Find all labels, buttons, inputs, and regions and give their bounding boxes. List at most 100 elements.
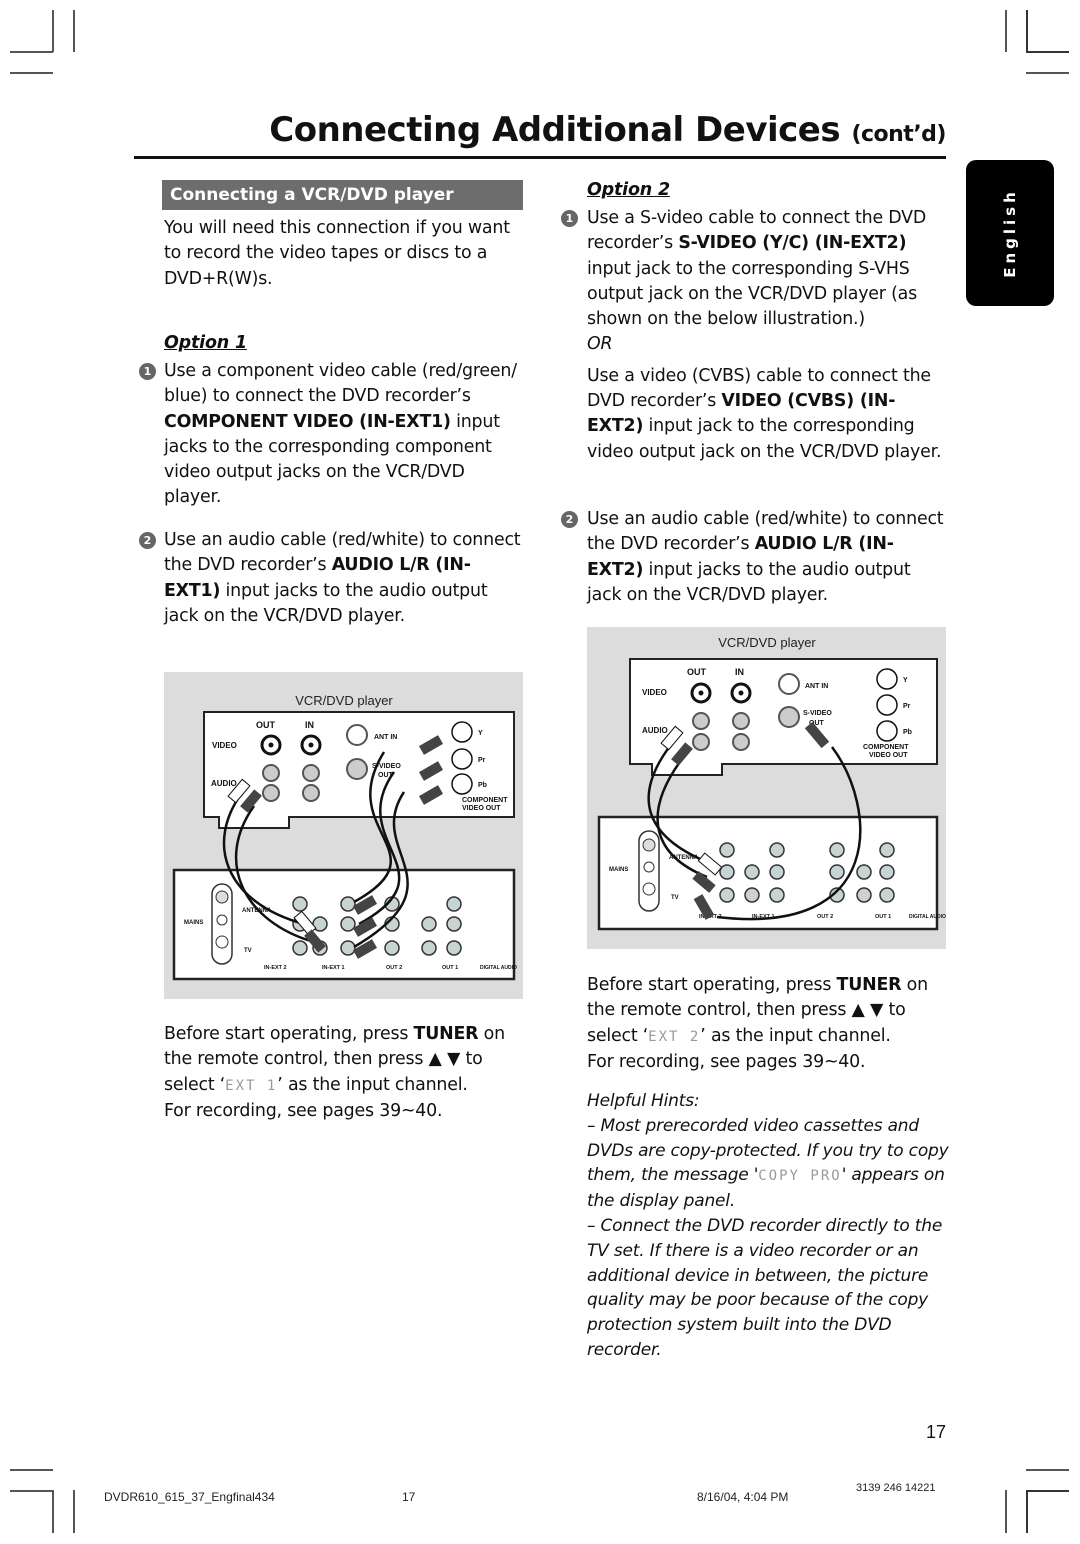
crop-mark — [1026, 10, 1028, 52]
step-number-badge: 2 — [561, 511, 578, 528]
step-bold: S-VIDEO (Y/C) (IN-EXT2) — [678, 233, 907, 254]
tuner-text: ’ as the input channel. — [700, 1025, 891, 1046]
label-out: OUT — [687, 667, 707, 677]
label-in: IN — [305, 720, 314, 730]
option-label: Option 1 — [164, 333, 247, 353]
page-number: 17 — [925, 1422, 946, 1442]
diagram-svg: VCR/DVD player OUT IN VIDEO AUDIO ANT IN… — [597, 635, 946, 931]
left-step-1: Use a component video cable (red/green/ … — [164, 359, 526, 511]
label-video-out: VIDEO OUT — [869, 752, 908, 759]
intro-text: You will need this connection if you wan… — [164, 218, 510, 289]
label-tv: TV — [244, 948, 252, 954]
label-mains: MAINS — [609, 867, 628, 873]
component-pr-jack — [451, 748, 473, 770]
label-video-out: VIDEO OUT — [462, 805, 501, 812]
hints-title: Helpful Hints: — [587, 1091, 700, 1111]
label-ant-in: ANT IN — [805, 683, 828, 690]
right-tuner-instructions: Before start operating, press TUNER on t… — [587, 973, 949, 1075]
crop-mark — [10, 72, 53, 74]
title-rule — [134, 156, 946, 159]
label-s-video: S-VIDEO — [803, 710, 832, 717]
crop-mark — [1005, 10, 1007, 52]
label-tv: TV — [671, 895, 679, 901]
label-out1: OUT 1 — [875, 914, 891, 920]
label-ant-in: ANT IN — [374, 734, 397, 741]
footer-page: 17 — [402, 1490, 416, 1504]
tuner-text: Before start operating, press — [587, 975, 837, 995]
left-step-2: Use an audio cable (red/white) to connec… — [164, 528, 526, 629]
option-label: Option 2 — [587, 180, 670, 200]
diagram-caption: VCR/DVD player — [295, 693, 393, 708]
component-pb-jack — [451, 773, 473, 795]
left-tuner-instructions: Before start operating, press TUNER on t… — [164, 1022, 526, 1124]
step-bold: COMPONENT VIDEO (IN-EXT1) — [164, 411, 451, 432]
label-in: IN — [735, 667, 744, 677]
label-pr: Pr — [903, 703, 911, 710]
footer-filename: DVDR610_615_37_Engfinal434 — [104, 1490, 275, 1504]
crop-mark — [1026, 1490, 1069, 1492]
page-title: Connecting Additional Devices (cont’d) — [269, 110, 946, 150]
label-audio: AUDIO — [211, 779, 237, 788]
tuner-button-name: TUNER — [836, 975, 902, 995]
hint-text: – Connect the DVD recorder directly to t… — [587, 1215, 943, 1360]
option1-label: Option 1 — [164, 331, 247, 356]
tuner-text: ’ as the input channel. — [277, 1074, 468, 1095]
ant-in-jack — [346, 724, 368, 746]
s-video-jack — [778, 706, 800, 728]
step-text: Use a component video cable (red/green/ … — [164, 361, 517, 407]
connection-diagram-option1: VCR/DVD player OUT IN VIDEO AUDIO ANT IN… — [164, 672, 523, 999]
footer-code: 3139 246 14221 — [856, 1482, 936, 1494]
footer-datetime: 8/16/04, 4:04 PM — [697, 1490, 789, 1504]
label-pb: Pb — [903, 729, 912, 736]
diagram-svg: VCR/DVD player OUT IN VIDEO AUDIO ANT IN… — [172, 693, 517, 981]
step-number-badge: 1 — [139, 363, 156, 380]
label-pr: Pr — [478, 757, 486, 764]
label-digital-audio: DIGITAL AUDIO — [480, 965, 517, 971]
lcd-display-text: COPY PRO — [758, 1168, 842, 1185]
lcd-display-text: EXT 1 — [225, 1077, 278, 1094]
language-tab-label: English — [1001, 188, 1019, 278]
page-title-suffix: (cont’d) — [851, 122, 946, 147]
audio-jack — [692, 733, 710, 751]
label-in-ext2: IN-EXT 2 — [264, 965, 287, 971]
left-intro: You will need this connection if you wan… — [164, 216, 524, 292]
label-y: Y — [478, 730, 483, 737]
diagram-caption: VCR/DVD player — [718, 635, 816, 650]
label-out1: OUT 1 — [442, 965, 458, 971]
crop-mark — [73, 10, 75, 52]
audio-jack — [692, 712, 710, 730]
crop-mark — [1026, 1469, 1069, 1471]
crop-mark — [73, 1490, 75, 1533]
crop-mark — [10, 51, 53, 53]
crop-mark — [1026, 72, 1069, 74]
component-y-jack — [451, 721, 473, 743]
label-out2: OUT 2 — [817, 914, 833, 920]
label-out: OUT — [256, 720, 276, 730]
audio-jack — [262, 784, 280, 802]
option2-label: Option 2 — [587, 178, 670, 203]
crop-mark — [1005, 1490, 1007, 1533]
audio-jack — [262, 764, 280, 782]
label-in-ext1: IN-EXT 1 — [322, 965, 345, 971]
tuner-text: Before start operating, press — [164, 1024, 414, 1044]
audio-jack — [732, 712, 750, 730]
crop-mark — [52, 1490, 54, 1533]
right-step-1: Use a S-video cable to connect the DVD r… — [587, 206, 949, 465]
recording-reference: For recording, see pages 39~40. — [164, 1100, 443, 1121]
label-video: VIDEO — [212, 741, 237, 750]
or-label: OR — [587, 334, 613, 355]
page-title-text: Connecting Additional Devices — [269, 110, 841, 150]
component-y-jack — [876, 668, 898, 690]
crop-mark — [10, 1469, 53, 1471]
audio-jack — [302, 784, 320, 802]
label-pb: Pb — [478, 782, 487, 789]
tuner-button-name: TUNER — [413, 1024, 479, 1044]
component-pb-jack — [876, 720, 898, 742]
audio-jack — [732, 733, 750, 751]
component-pr-jack — [876, 694, 898, 716]
label-mains: MAINS — [184, 920, 203, 926]
label-component: COMPONENT — [462, 797, 508, 804]
label-video: VIDEO — [642, 688, 667, 697]
connection-diagram-option2: VCR/DVD player OUT IN VIDEO AUDIO ANT IN… — [587, 627, 946, 949]
s-video-jack — [346, 758, 368, 780]
